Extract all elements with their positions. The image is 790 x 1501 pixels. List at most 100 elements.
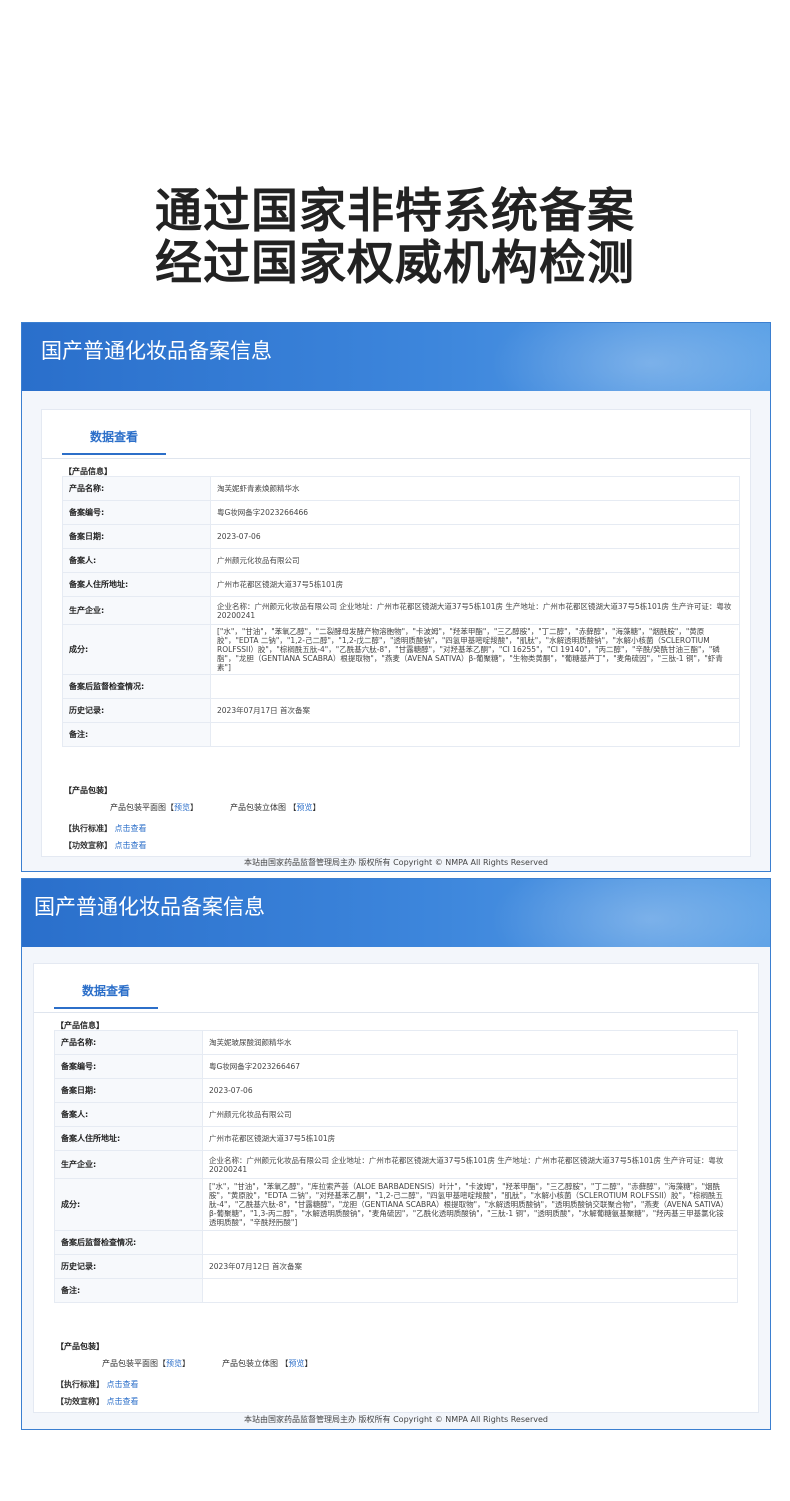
standard-view-link[interactable]: 点击查看	[115, 824, 147, 833]
table-row: 产品名称: 淘芙妮虾青素焕颜精华水	[62, 476, 740, 501]
field-value: 2023年07月12日 首次备案	[202, 1254, 738, 1279]
field-value: 粤G妆网备字2023266467	[202, 1054, 738, 1079]
efficacy-view-link[interactable]: 点击查看	[115, 841, 147, 850]
field-label: 备案编号:	[62, 500, 211, 525]
field-label: 生产企业:	[54, 1150, 203, 1179]
efficacy-view-link[interactable]: 点击查看	[107, 1397, 139, 1406]
field-value	[210, 722, 740, 747]
table-row: 生产企业: 企业名称：广州颜元化妆品有限公司 企业地址：广州市花都区镜湖大道37号…	[62, 596, 740, 625]
field-value	[202, 1278, 738, 1303]
field-label: 生产企业:	[62, 596, 211, 625]
record-banner: 国产普通化妆品备案信息	[22, 323, 770, 391]
field-label: 历史记录:	[62, 698, 211, 723]
field-value: 淘芙妮玻尿酸润颜精华水	[202, 1030, 738, 1055]
table-row: 备案人: 广州颜元化妆品有限公司	[62, 548, 740, 573]
field-value: ["水"，"甘油"，"苯氧乙醇"，"二裂酵母发酵产物溶胞物"，"卡波姆"，"羟苯…	[210, 624, 740, 675]
table-row: 备案后监督检查情况:	[62, 674, 740, 699]
record-panel-1: 国产普通化妆品备案信息 数据查看 【产品信息】 产品名称: 淘芙妮虾青素焕颜精华水…	[21, 322, 771, 872]
tab-bar: 数据查看	[34, 964, 758, 1013]
product-info-table: 产品名称: 淘芙妮虾青素焕颜精华水 备案编号: 粤G妆网备字2023266466 备…	[62, 476, 740, 747]
field-value: 广州颜元化妆品有限公司	[210, 548, 740, 573]
package-heading: 【产品包装】	[56, 1342, 104, 1351]
field-value	[202, 1230, 738, 1255]
package-heading: 【产品包装】	[64, 786, 112, 795]
package-flat-preview-link[interactable]: 预览	[166, 1359, 182, 1368]
efficacy-row: 【功效宣称】 点击查看	[56, 1396, 139, 1407]
package-flat-label: 产品包装平面图	[110, 803, 166, 812]
package-solid-preview-link[interactable]: 预览	[289, 1359, 305, 1368]
record-banner: 国产普通化妆品备案信息	[22, 879, 770, 947]
field-label: 备注:	[54, 1278, 203, 1303]
table-row: 备案后监督检查情况:	[54, 1230, 738, 1255]
table-row: 备案人: 广州颜元化妆品有限公司	[54, 1102, 738, 1127]
tab-bar: 数据查看	[42, 410, 750, 459]
field-label: 产品名称:	[62, 476, 211, 501]
package-flat-preview-link[interactable]: 预览	[174, 803, 190, 812]
table-row: 备案编号: 粤G妆网备字2023266466	[62, 500, 740, 525]
table-row: 备案编号: 粤G妆网备字2023266467	[54, 1054, 738, 1079]
package-solid-label: 产品包装立体图	[230, 803, 286, 812]
field-value: 2023年07月17日 首次备案	[210, 698, 740, 723]
table-row: 历史记录: 2023年07月17日 首次备案	[62, 698, 740, 723]
package-flat-label: 产品包装平面图	[102, 1359, 158, 1368]
table-row: 备注:	[54, 1278, 738, 1303]
table-row: 备案日期: 2023-07-06	[54, 1078, 738, 1103]
tab-data-view[interactable]: 数据查看	[54, 982, 158, 1009]
field-label: 备注:	[62, 722, 211, 747]
field-label: 备案人住所地址:	[54, 1126, 203, 1151]
field-label: 备案日期:	[54, 1078, 203, 1103]
field-value: 广州市花都区镜湖大道37号5栋101房	[210, 572, 740, 597]
package-flat-row: 产品包装平面图【预览】	[102, 1359, 190, 1368]
field-label: 备案人住所地址:	[62, 572, 211, 597]
table-row: 备案人住所地址: 广州市花都区镜湖大道37号5栋101房	[62, 572, 740, 597]
field-value	[210, 674, 740, 699]
field-value: 2023-07-06	[202, 1078, 738, 1103]
field-label: 备案日期:	[62, 524, 211, 549]
table-row: 成分: ["水"，"甘油"，"苯氧乙醇"，"二裂酵母发酵产物溶胞物"，"卡波姆"，…	[62, 624, 740, 675]
standard-view-link[interactable]: 点击查看	[107, 1380, 139, 1389]
table-row: 成分: ["水"，"甘油"，"苯氧乙醇"，"库拉索芦荟（ALOE BARBADEN…	[54, 1178, 738, 1231]
table-row: 备案人住所地址: 广州市花都区镜湖大道37号5栋101房	[54, 1126, 738, 1151]
field-value: 企业名称：广州颜元化妆品有限公司 企业地址：广州市花都区镜湖大道37号5栋101…	[202, 1150, 738, 1179]
field-label: 历史记录:	[54, 1254, 203, 1279]
footer-copyright: 本站由国家药品监督管理局主办 版权所有 Copyright © NMPA All…	[244, 858, 548, 867]
field-value: 2023-07-06	[210, 524, 740, 549]
package-solid-preview-link[interactable]: 预览	[297, 803, 313, 812]
field-label: 成分:	[54, 1178, 203, 1231]
field-value: ["水"，"甘油"，"苯氧乙醇"，"库拉索芦荟（ALOE BARBADENSIS…	[202, 1178, 738, 1231]
field-label: 成分:	[62, 624, 211, 675]
table-row: 历史记录: 2023年07月12日 首次备案	[54, 1254, 738, 1279]
field-label: 备案人:	[54, 1102, 203, 1127]
banner-title: 国产普通化妆品备案信息	[34, 895, 265, 919]
field-value: 广州市花都区镜湖大道37号5栋101房	[202, 1126, 738, 1151]
efficacy-label: 【功效宣称】	[64, 841, 112, 850]
table-row: 备注:	[62, 722, 740, 747]
record-panel-2: 国产普通化妆品备案信息 数据查看 【产品信息】 产品名称: 淘芙妮玻尿酸润颜精华水…	[21, 878, 771, 1430]
table-row: 生产企业: 企业名称：广州颜元化妆品有限公司 企业地址：广州市花都区镜湖大道37号…	[54, 1150, 738, 1179]
field-label: 产品名称:	[54, 1030, 203, 1055]
package-solid-row: 产品包装立体图 【预览】	[230, 803, 321, 812]
standard-row: 【执行标准】 点击查看	[56, 1379, 139, 1390]
standard-label: 【执行标准】	[56, 1380, 104, 1389]
field-label: 备案后监督检查情况:	[62, 674, 211, 699]
field-value: 广州颜元化妆品有限公司	[202, 1102, 738, 1127]
standard-row: 【执行标准】 点击查看	[64, 823, 147, 834]
package-flat-row: 产品包装平面图【预览】	[110, 803, 198, 812]
tab-data-view[interactable]: 数据查看	[62, 428, 166, 455]
banner-title: 国产普通化妆品备案信息	[41, 339, 272, 363]
table-row: 产品名称: 淘芙妮玻尿酸润颜精华水	[54, 1030, 738, 1055]
field-label: 备案后监督检查情况:	[54, 1230, 203, 1255]
field-label: 备案编号:	[54, 1054, 203, 1079]
table-row: 备案日期: 2023-07-06	[62, 524, 740, 549]
field-value: 企业名称：广州颜元化妆品有限公司 企业地址：广州市花都区镜湖大道37号5栋101…	[210, 596, 740, 625]
efficacy-row: 【功效宣称】 点击查看	[64, 840, 147, 851]
product-info-table: 产品名称: 淘芙妮玻尿酸润颜精华水 备案编号: 粤G妆网备字2023266467 备…	[54, 1030, 738, 1303]
record-card: 数据查看 【产品信息】 产品名称: 淘芙妮虾青素焕颜精华水 备案编号: 粤G妆网备字…	[41, 409, 751, 857]
standard-label: 【执行标准】	[64, 824, 112, 833]
headline-line-2: 经过国家权威机构检测	[155, 236, 635, 291]
field-label: 备案人:	[62, 548, 211, 573]
field-value: 淘芙妮虾青素焕颜精华水	[210, 476, 740, 501]
field-value: 粤G妆网备字2023266466	[210, 500, 740, 525]
package-solid-row: 产品包装立体图 【预览】	[222, 1359, 313, 1368]
package-solid-label: 产品包装立体图	[222, 1359, 278, 1368]
